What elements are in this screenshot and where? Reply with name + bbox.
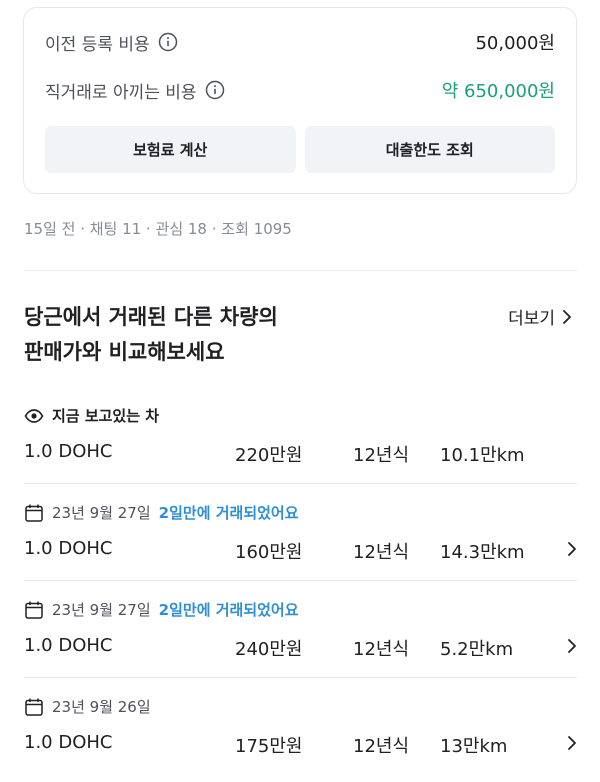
sold-car-head: 23년 9월 26일: [24, 696, 151, 717]
current-car-row: 1.0 DOHC 220만원 12년식 10.1만km: [24, 437, 578, 467]
post-meta: 15일 전 · 채팅 11 · 관심 18 · 조회 1095: [24, 220, 292, 238]
row-divider: [24, 677, 577, 678]
direct-savings-label: 직거래로 아끼는 비용: [45, 82, 197, 103]
see-more-label: 더보기: [508, 309, 555, 329]
chevron-right-icon[interactable]: [566, 734, 578, 752]
car-price: 220만원: [235, 445, 303, 466]
sold-speed-note: 2일만에 거래되었어요: [158, 601, 299, 619]
chevron-right-icon[interactable]: [566, 540, 578, 558]
chevron-right-icon[interactable]: [566, 637, 578, 655]
calendar-icon: [24, 600, 44, 620]
sold-date: 23년 9월 27일: [52, 601, 151, 619]
cost-actions: 보험료 계산 대출한도 조회: [45, 126, 555, 173]
sold-car-head: 23년 9월 27일 2일만에 거래되었어요: [24, 599, 299, 620]
info-icon[interactable]: [158, 32, 178, 52]
sold-speed-note: 2일만에 거래되었어요: [158, 504, 299, 522]
sold-car-row[interactable]: 1.0 DOHC 240만원 12년식 5.2만km: [24, 631, 578, 661]
see-more-link[interactable]: 더보기: [508, 304, 573, 329]
car-year: 12년식: [353, 445, 410, 466]
compare-title-line2: 판매가와 비교해보세요: [24, 340, 225, 364]
section-divider: [24, 270, 577, 271]
car-mileage: 13만km: [440, 736, 508, 757]
sold-car-row[interactable]: 1.0 DOHC 175만원 12년식 13만km: [24, 728, 578, 758]
calendar-icon: [24, 697, 44, 717]
current-car-label: 지금 보고있는 차: [52, 407, 160, 425]
current-car-head: 지금 보고있는 차: [24, 405, 159, 426]
sold-date: 23년 9월 27일: [52, 504, 151, 522]
car-year: 12년식: [353, 542, 410, 563]
car-mileage: 5.2만km: [440, 639, 514, 660]
sold-date: 23년 9월 26일: [52, 698, 151, 716]
car-model: 1.0 DOHC: [24, 635, 113, 656]
transfer-fee-value: 50,000원: [475, 33, 555, 54]
car-model: 1.0 DOHC: [24, 538, 113, 559]
loan-limit-button[interactable]: 대출한도 조회: [304, 126, 555, 173]
car-price: 175만원: [235, 736, 303, 757]
calendar-icon: [24, 503, 44, 523]
car-price: 240만원: [235, 639, 303, 660]
eye-icon: [24, 406, 44, 426]
compare-title-line1: 당근에서 거래된 다른 차량의: [24, 305, 278, 329]
transfer-fee-label: 이전 등록 비용: [45, 34, 150, 55]
transfer-fee-row: 이전 등록 비용 50,000원: [45, 27, 555, 57]
direct-savings-value: 약 650,000원: [441, 81, 555, 102]
info-icon[interactable]: [205, 80, 225, 100]
car-mileage: 10.1만km: [440, 445, 525, 466]
car-price: 160만원: [235, 542, 303, 563]
car-year: 12년식: [353, 639, 410, 660]
car-mileage: 14.3만km: [440, 542, 525, 563]
row-divider: [24, 580, 577, 581]
insurance-calc-button[interactable]: 보험료 계산: [45, 126, 296, 173]
car-model: 1.0 DOHC: [24, 732, 113, 753]
sold-car-head: 23년 9월 27일 2일만에 거래되었어요: [24, 502, 299, 523]
compare-section-title: 당근에서 거래된 다른 차량의 판매가와 비교해보세요: [24, 300, 354, 370]
cost-card: 이전 등록 비용 50,000원 직거래로 아끼는 비용 약 650,000원 …: [23, 7, 577, 194]
car-year: 12년식: [353, 736, 410, 757]
row-divider: [24, 483, 577, 484]
direct-savings-row: 직거래로 아끼는 비용 약 650,000원: [45, 75, 555, 105]
car-model: 1.0 DOHC: [24, 441, 113, 462]
chevron-right-icon: [561, 308, 573, 326]
sold-car-row[interactable]: 1.0 DOHC 160만원 12년식 14.3만km: [24, 534, 578, 564]
